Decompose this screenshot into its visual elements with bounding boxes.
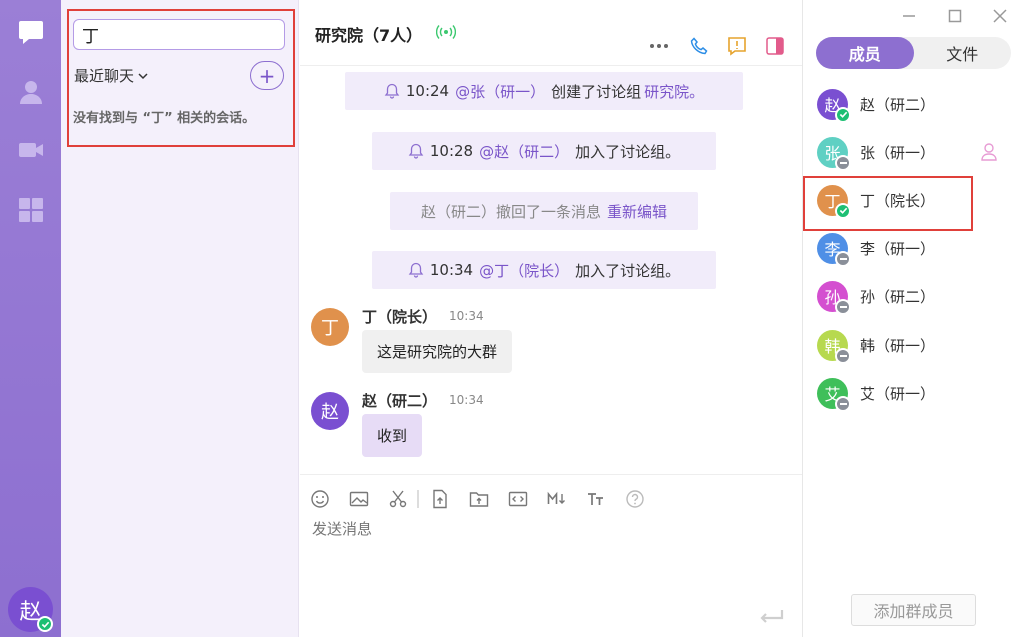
tab-files[interactable]: 文件 <box>914 37 1012 69</box>
recent-chats-dropdown[interactable]: 最近聊天 <box>74 65 148 86</box>
send-enter-icon[interactable] <box>756 607 786 627</box>
sender-name: 赵（研二） <box>362 392 438 410</box>
chat-icon[interactable] <box>14 15 47 48</box>
member-item[interactable]: 李 李（研一） <box>817 228 1007 268</box>
message-bubble[interactable]: 这是研究院的大群 <box>362 330 513 373</box>
app-window: 赵 最近聊天 + 没有找到与 “丁” 相关的会话。 研究院（7人） <box>0 0 1020 637</box>
notice-icon[interactable] <box>726 36 748 56</box>
side-panel-icon[interactable] <box>764 36 786 56</box>
away-status-icon <box>835 250 851 267</box>
avatar[interactable]: 丁 <box>311 308 349 346</box>
online-status-icon <box>37 616 53 632</box>
avatar: 李 <box>817 232 851 267</box>
members-panel: 成员 文件 赵 赵（研二） 张 张（研一） 丁 丁（院长） 李 李（研一） 孙 … <box>802 0 1020 637</box>
away-status-icon <box>835 395 851 412</box>
screenshot-scissors-icon[interactable] <box>387 488 409 510</box>
avatar: 艾 <box>817 377 851 412</box>
away-status-icon <box>835 154 851 171</box>
member-item[interactable]: 艾 艾（研一） <box>817 373 1007 413</box>
avatar: 张 <box>817 136 851 171</box>
video-icon[interactable] <box>14 133 47 166</box>
system-message: 10:28 @赵（研二） 加入了讨论组。 <box>372 132 716 170</box>
member-item[interactable]: 丁 丁（院长） <box>817 180 1007 220</box>
search-box[interactable] <box>73 19 314 50</box>
bell-icon <box>384 83 400 99</box>
away-status-icon <box>835 347 851 364</box>
font-size-icon[interactable] <box>585 488 607 510</box>
close-icon[interactable] <box>990 6 1010 26</box>
toolbar-divider <box>417 490 419 508</box>
bell-icon <box>408 143 424 159</box>
online-status-icon <box>835 202 851 219</box>
chat-header: 研究院（7人） <box>300 0 802 66</box>
avatar: 韩 <box>817 329 851 364</box>
system-message: 10:34 @丁（院长） 加入了讨论组。 <box>372 251 716 289</box>
chat-area: 研究院（7人） 10:24 @张（研一） 创建了讨论组 研究院。 10:28 @… <box>300 0 802 637</box>
message-time: 10:34 <box>449 309 484 323</box>
maximize-icon[interactable] <box>945 6 965 26</box>
add-member-button[interactable]: 添加群成员 <box>851 594 976 626</box>
composer-divider <box>300 474 802 475</box>
sender-name: 丁（院长） <box>362 308 438 326</box>
add-conversation-button[interactable]: + <box>250 61 284 90</box>
image-icon[interactable] <box>348 488 370 510</box>
minimize-icon[interactable] <box>899 6 919 26</box>
away-status-icon <box>835 298 851 315</box>
members-tabs: 成员 文件 <box>816 37 1011 69</box>
message-bubble[interactable]: 收到 <box>362 414 423 457</box>
message-input[interactable] <box>312 520 782 538</box>
phone-icon[interactable] <box>688 36 710 56</box>
more-icon[interactable] <box>648 36 670 56</box>
avatar: 丁 <box>817 184 851 219</box>
help-icon[interactable] <box>624 488 646 510</box>
message-time: 10:34 <box>449 393 484 407</box>
code-icon[interactable] <box>507 488 529 510</box>
avatar: 赵 <box>817 88 851 123</box>
system-message: 10:24 @张（研一） 创建了讨论组 研究院。 <box>345 72 743 110</box>
avatar[interactable]: 赵 <box>311 392 349 430</box>
apps-grid-icon[interactable] <box>14 193 47 226</box>
chat-title: 研究院（7人） <box>315 26 423 45</box>
bell-icon <box>408 262 424 278</box>
nav-rail: 赵 <box>0 0 61 637</box>
emoji-icon[interactable] <box>309 488 331 510</box>
broadcast-icon <box>436 25 456 39</box>
re-edit-link[interactable]: 重新编辑 <box>607 201 667 222</box>
member-item[interactable]: 孙 孙（研二） <box>817 276 1007 316</box>
online-status-icon <box>835 106 851 123</box>
folder-upload-icon[interactable] <box>468 488 490 510</box>
chevron-down-icon <box>138 72 148 79</box>
current-user-avatar[interactable]: 赵 <box>8 587 53 632</box>
conversation-panel: 最近聊天 + 没有找到与 “丁” 相关的会话。 <box>61 0 314 637</box>
file-upload-icon[interactable] <box>429 488 451 510</box>
tab-members[interactable]: 成员 <box>816 37 914 69</box>
member-item[interactable]: 赵 赵（研二） <box>817 84 1007 124</box>
recall-notice: 赵（研二）撤回了一条消息 重新编辑 <box>390 192 698 230</box>
avatar: 孙 <box>817 280 851 315</box>
search-input[interactable] <box>82 24 301 45</box>
markdown-icon[interactable] <box>546 488 568 510</box>
empty-search-message: 没有找到与 “丁” 相关的会话。 <box>73 111 256 126</box>
member-item[interactable]: 韩 韩（研一） <box>817 325 1007 365</box>
contacts-icon[interactable] <box>14 75 47 108</box>
set-admin-icon[interactable] <box>979 142 999 162</box>
